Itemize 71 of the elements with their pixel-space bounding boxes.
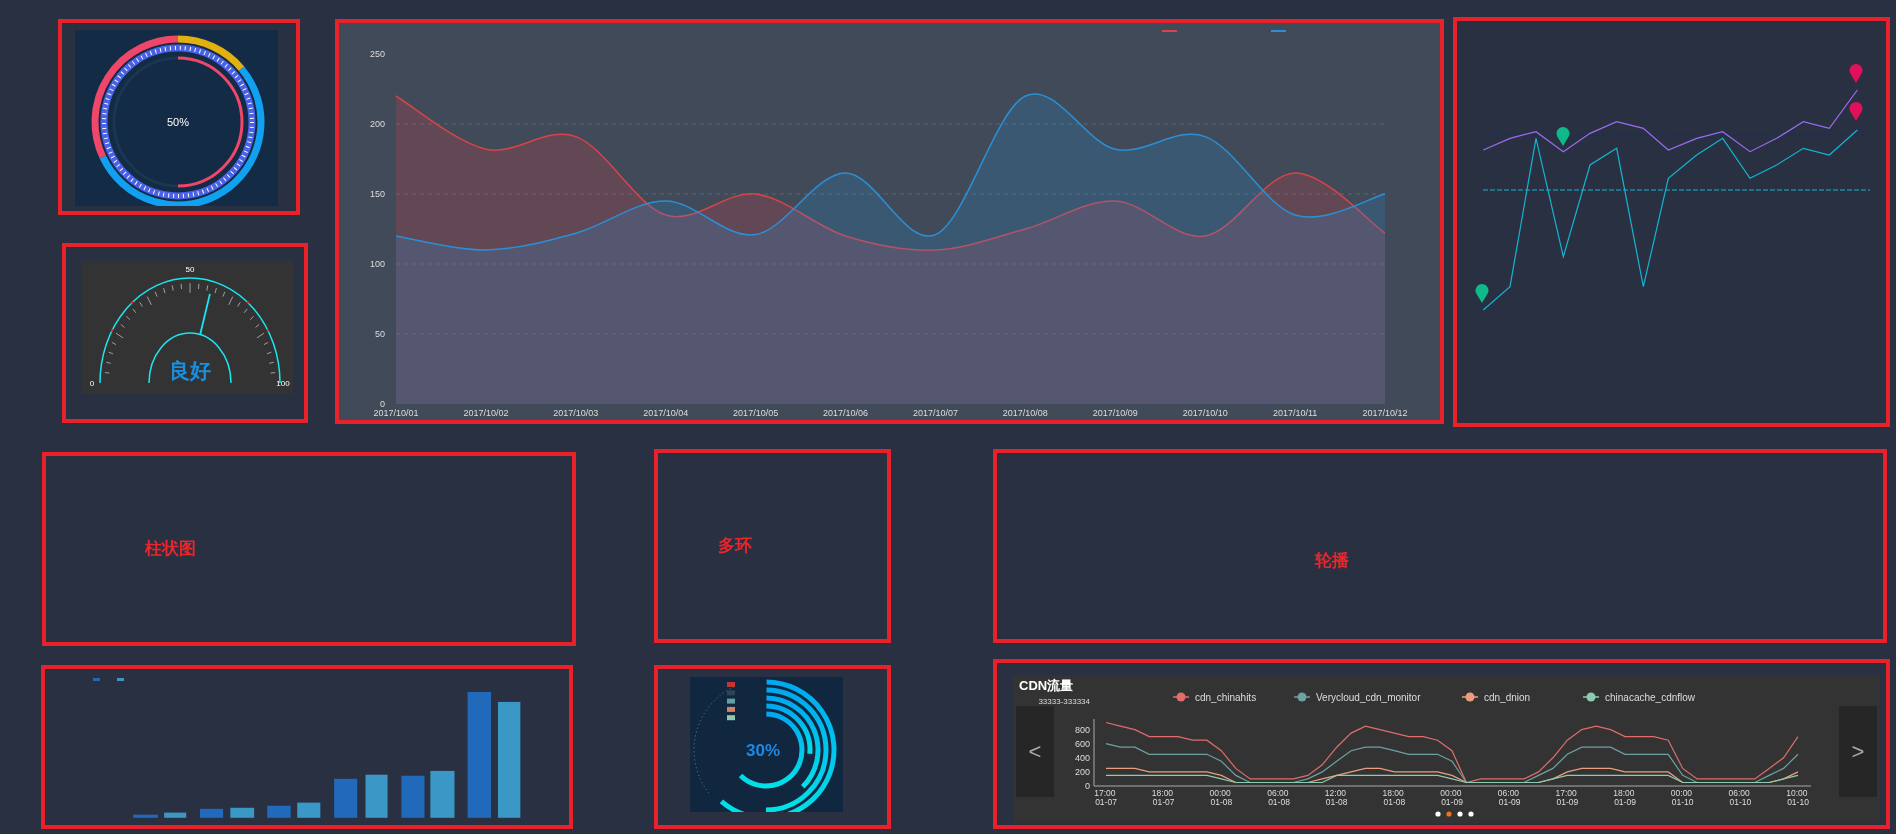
axis-label: 2017/10/12	[1362, 408, 1408, 418]
axis-label: 18:00 01-07	[1151, 788, 1175, 807]
scale-label: 100	[276, 379, 290, 388]
placeholder-label: 柱状图	[145, 538, 196, 561]
placeholder-label: 多环	[718, 535, 752, 558]
scale-label: 0	[89, 379, 95, 388]
legend-label: cdn_dnion	[1484, 691, 1531, 703]
axis-label: 2017/10/04	[643, 408, 689, 418]
axis-label: 2017/10/10	[1182, 408, 1228, 418]
axis-label: 00:00 01-09	[1440, 788, 1463, 807]
carousel-dot[interactable]	[1435, 811, 1441, 817]
axis-label: 0	[380, 399, 385, 409]
axis-label: 800	[1074, 724, 1090, 735]
axis-label: 18:00 01-08	[1382, 788, 1406, 807]
axis-label: 600	[1074, 738, 1090, 749]
bar	[267, 805, 291, 818]
axis-label: 2017/10/05	[733, 408, 779, 418]
previous-button[interactable]: <	[1016, 706, 1054, 797]
bar	[334, 778, 358, 818]
axis-label: 2017/10/11	[1272, 408, 1318, 418]
axis-label: 2017/10/08	[1002, 408, 1048, 418]
axis-label: 18:00 01-09	[1613, 788, 1636, 807]
axis-label: 00:00 01-10	[1670, 788, 1694, 807]
scale-label: 50	[185, 265, 195, 274]
axis-label: 10:00 01-10	[1786, 788, 1809, 807]
bar	[200, 808, 224, 818]
axis-label: 00:00 01-08	[1209, 788, 1233, 807]
axis-label: 06:00 01-08	[1267, 788, 1290, 807]
carousel-dot[interactable]	[1457, 811, 1463, 817]
bar	[133, 814, 158, 818]
axis-label: 06:00 01-10	[1728, 788, 1752, 807]
axis-label: 2017/10/09	[1092, 408, 1138, 418]
axis-label: 0	[1085, 781, 1090, 791]
marker-pin	[1849, 102, 1863, 121]
axis-label: 12:00 01-08	[1324, 788, 1348, 807]
bar	[365, 774, 388, 818]
axis-label: 2017/10/06	[823, 408, 869, 418]
axis-label: 2017/10/02	[463, 408, 509, 418]
bar	[430, 770, 455, 818]
chart-title: CDN流量	[1019, 678, 1074, 693]
bar	[297, 802, 321, 818]
percent-label: 50%	[167, 116, 189, 128]
percent-label: 30%	[746, 741, 780, 760]
axis-label: 2017/10/07	[912, 408, 958, 418]
axis-label: 2017/10/03	[553, 408, 599, 418]
bar	[401, 775, 425, 818]
axis-label: 17:00 01-07	[1094, 788, 1117, 807]
marker-pin	[1556, 127, 1570, 146]
axis-label: 200	[369, 119, 385, 129]
legend-label: Verycloud_cdn_monitor	[1316, 691, 1421, 703]
axis-label: 150	[369, 189, 385, 199]
bar	[164, 812, 187, 818]
axis-label: 400	[1074, 752, 1090, 763]
axis-label: 200	[1074, 766, 1090, 777]
axis-label: 06:00 01-09	[1497, 788, 1521, 807]
bar	[230, 807, 255, 818]
axis-label: 17:00 01-09	[1555, 788, 1579, 807]
axis-label: 50	[375, 329, 385, 339]
legend-label: cdn_chinahits	[1195, 691, 1257, 703]
next-button[interactable]: >	[1839, 706, 1877, 797]
status-label: 良好	[169, 359, 211, 382]
axis-label: 100	[369, 259, 385, 269]
axis-caption: 33333-333334	[1038, 697, 1090, 706]
carousel-dot[interactable]	[1446, 811, 1452, 817]
carousel-dot[interactable]	[1468, 811, 1474, 817]
axis-label: 250	[369, 49, 385, 59]
axis-label: 2017/10/01	[373, 408, 419, 418]
marker-pin	[1849, 64, 1863, 83]
marker-pin	[1475, 284, 1489, 303]
legend-label: chinacache_cdnflow	[1605, 691, 1696, 703]
placeholder-label: 轮播	[1315, 550, 1349, 573]
